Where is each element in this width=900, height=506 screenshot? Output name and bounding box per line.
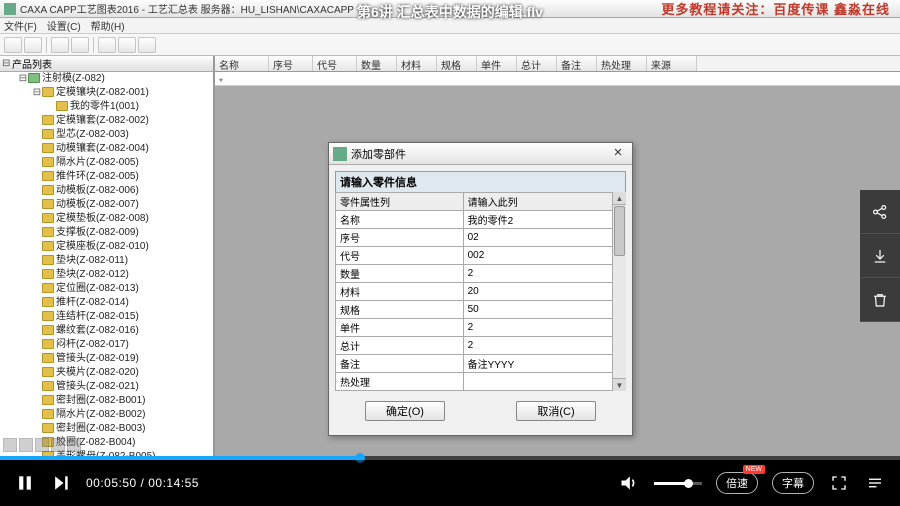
tree-item[interactable]: 定位圈(Z-082-013)	[0, 282, 213, 296]
toolbar	[0, 34, 900, 56]
title-bar: CAXA CAPP工艺图表2016 - 工艺汇总表 服务器：HU_LISHAN\…	[0, 0, 900, 18]
prop-row[interactable]: 材料20	[336, 283, 626, 301]
window-title: CAXA CAPP工艺图表2016 - 工艺汇总表 服务器：HU_LISHAN\…	[20, 1, 354, 16]
grid-col-header[interactable]: 数量	[357, 56, 397, 71]
tb-btn-2[interactable]	[24, 37, 42, 53]
tree-item[interactable]: 垫块(Z-082-011)	[0, 254, 213, 268]
grid-col-header[interactable]: 总计	[517, 56, 557, 71]
volume-slider[interactable]	[654, 482, 702, 485]
tree-item[interactable]: ⊟定模镶块(Z-082-001)	[0, 86, 213, 100]
grid-header: 名称序号代号数量材料规格单件总计备注热处理来源	[215, 56, 900, 72]
promo-banner: 更多教程请关注：百度传课 鑫淼在线	[661, 0, 896, 18]
app-icon	[4, 3, 16, 15]
play-pause-button[interactable]	[14, 472, 36, 494]
grid-new-row[interactable]: *	[215, 72, 900, 86]
tree-item[interactable]: 型芯(Z-082-003)	[0, 128, 213, 142]
grid-col-header[interactable]: 规格	[437, 56, 477, 71]
tree-item[interactable]: 推杆(Z-082-014)	[0, 296, 213, 310]
download-button[interactable]	[860, 234, 900, 278]
dialog-section-header: 请输入零件信息	[335, 171, 626, 192]
prop-col1: 零件属性列	[336, 193, 464, 211]
grid-col-header[interactable]: 单件	[477, 56, 517, 71]
tree-item[interactable]: 定模镶套(Z-082-002)	[0, 114, 213, 128]
prop-row[interactable]: 备注备注YYYY	[336, 355, 626, 373]
status-tray	[3, 438, 81, 454]
speed-button[interactable]: 倍速 NEW	[716, 472, 758, 494]
tree-item[interactable]: ⊟注射模(Z-082)	[0, 72, 213, 86]
prop-row[interactable]: 数量2	[336, 265, 626, 283]
app-window: CAXA CAPP工艺图表2016 - 工艺汇总表 服务器：HU_LISHAN\…	[0, 0, 900, 456]
tb-btn-1[interactable]	[4, 37, 22, 53]
grid-col-header[interactable]: 名称	[215, 56, 269, 71]
tree-item[interactable]: 隔水片(Z-082-005)	[0, 156, 213, 170]
tree-item[interactable]: 垫块(Z-082-012)	[0, 268, 213, 282]
tree-item[interactable]: 连结杆(Z-082-015)	[0, 310, 213, 324]
tree-item[interactable]: 定模垫板(Z-082-008)	[0, 212, 213, 226]
prop-row[interactable]: 总计2	[336, 337, 626, 355]
prop-scrollbar[interactable]: ▲ ▼	[612, 192, 626, 391]
tree-item[interactable]: 动模板(Z-082-006)	[0, 184, 213, 198]
tree-root-label[interactable]: 产品列表	[10, 56, 52, 71]
tree-item[interactable]: 推件环(Z-082-005)	[0, 170, 213, 184]
prop-row[interactable]: 代号002	[336, 247, 626, 265]
menu-help[interactable]: 帮助(H)	[91, 18, 125, 33]
grid-col-header[interactable]: 材料	[397, 56, 437, 71]
tree-item[interactable]: 螺纹套(Z-082-016)	[0, 324, 213, 338]
side-float-panel	[860, 190, 900, 322]
prop-row[interactable]: 单件2	[336, 319, 626, 337]
add-part-dialog: 添加零部件 ✕ 请输入零件信息 零件属性列 请输入此列 名称我的零件2序号02代…	[328, 142, 633, 436]
dialog-titlebar[interactable]: 添加零部件 ✕	[329, 143, 632, 165]
tree-panel: ⊟产品列表 ⊟注射模(Z-082)⊟定模镶块(Z-082-001) 我的零件1(…	[0, 56, 215, 456]
property-grid[interactable]: 零件属性列 请输入此列 名称我的零件2序号02代号002数量2材料20规格50单…	[335, 192, 626, 391]
cancel-button[interactable]: 取消(C)	[516, 401, 596, 421]
prop-row[interactable]: 规格50	[336, 301, 626, 319]
tree-item[interactable]: 管接头(Z-082-019)	[0, 352, 213, 366]
tree-item[interactable]: 动模板(Z-082-007)	[0, 198, 213, 212]
menu-bar: 文件(F) 设置(C) 帮助(H)	[0, 18, 900, 34]
prop-col2: 请输入此列	[463, 193, 625, 211]
playlist-button[interactable]	[864, 472, 886, 494]
tree-item[interactable]: 密封圈(Z-082-B003)	[0, 422, 213, 436]
tree-item[interactable]: 隔水片(Z-082-B002)	[0, 408, 213, 422]
grid-col-header[interactable]: 来源	[647, 56, 697, 71]
dialog-icon	[333, 147, 347, 161]
dialog-close-button[interactable]: ✕	[604, 146, 632, 162]
fullscreen-button[interactable]	[828, 472, 850, 494]
delete-button[interactable]	[860, 278, 900, 322]
grid-col-header[interactable]: 代号	[313, 56, 357, 71]
time-display: 00:05:50 / 00:14:55	[86, 476, 199, 490]
tb-btn-7[interactable]	[138, 37, 156, 53]
player-controls: 00:05:50 / 00:14:55 倍速 NEW 字幕	[0, 460, 900, 506]
tree-item[interactable]: 支撑板(Z-082-009)	[0, 226, 213, 240]
tb-btn-6[interactable]	[118, 37, 136, 53]
subtitle-button[interactable]: 字幕	[772, 472, 814, 494]
tb-btn-3[interactable]	[51, 37, 69, 53]
tree-item[interactable]: 夹模片(Z-082-020)	[0, 366, 213, 380]
prop-row[interactable]: 名称我的零件2	[336, 211, 626, 229]
new-badge: NEW	[743, 465, 765, 474]
ok-button[interactable]: 确定(O)	[365, 401, 445, 421]
tree-item[interactable]: 密封圈(Z-082-B001)	[0, 394, 213, 408]
tree-item[interactable]: 定模座板(Z-082-010)	[0, 240, 213, 254]
tree-body[interactable]: ⊟注射模(Z-082)⊟定模镶块(Z-082-001) 我的零件1(001) 定…	[0, 72, 213, 456]
tree-item[interactable]: 管接头(Z-082-021)	[0, 380, 213, 394]
tb-btn-5[interactable]	[98, 37, 116, 53]
share-button[interactable]	[860, 190, 900, 234]
prop-row[interactable]: 序号02	[336, 229, 626, 247]
grid-col-header[interactable]: 热处理	[597, 56, 647, 71]
prop-row[interactable]: 热处理	[336, 373, 626, 391]
dialog-title: 添加零部件	[351, 146, 406, 162]
menu-file[interactable]: 文件(F)	[4, 18, 37, 33]
menu-settings[interactable]: 设置(C)	[47, 18, 81, 33]
next-button[interactable]	[50, 472, 72, 494]
tree-item[interactable]: 闷杆(Z-082-017)	[0, 338, 213, 352]
volume-button[interactable]	[618, 472, 640, 494]
tb-btn-4[interactable]	[71, 37, 89, 53]
tree-item[interactable]: 我的零件1(001)	[0, 100, 213, 114]
grid-col-header[interactable]: 备注	[557, 56, 597, 71]
tree-item[interactable]: 动模镶套(Z-082-004)	[0, 142, 213, 156]
grid-col-header[interactable]: 序号	[269, 56, 313, 71]
